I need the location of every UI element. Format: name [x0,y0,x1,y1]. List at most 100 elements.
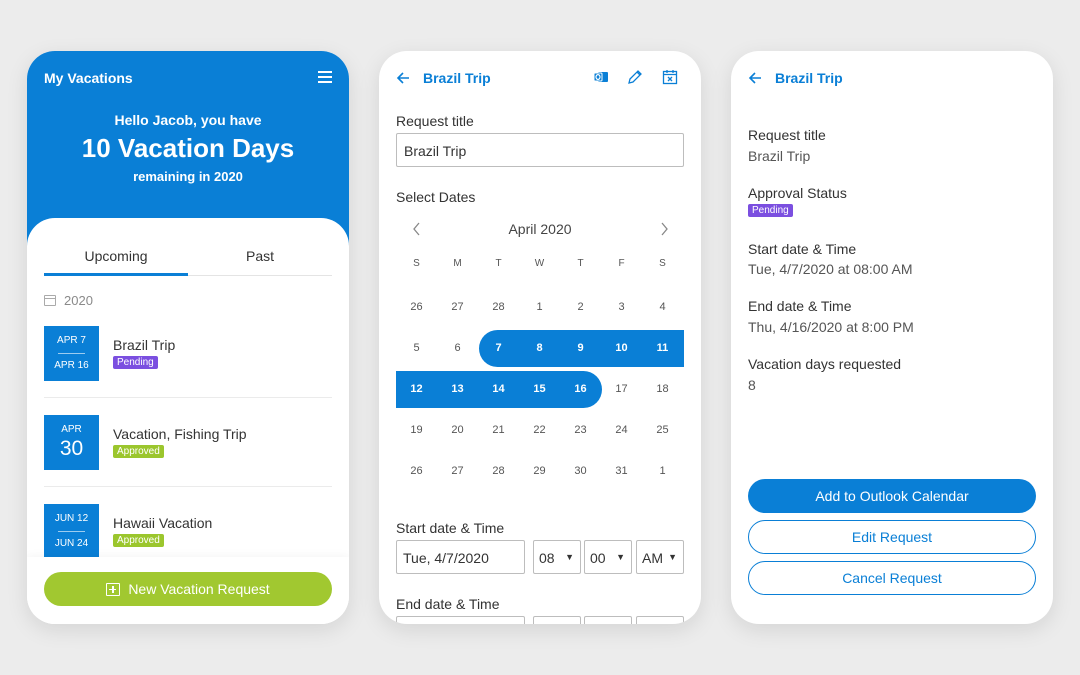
calendar-day[interactable]: 17 [601,369,642,410]
greeting-text: Hello Jacob, you have [114,112,262,128]
calendar-day[interactable]: 6 [437,328,478,369]
trip-item[interactable]: APR 30 Vacation, Fishing Trip Approved [44,415,332,505]
calendar-week: 26 27 28 29 30 31 1 [396,451,684,492]
app-title: My Vacations [44,70,133,86]
year-label: 2020 [64,293,93,308]
calendar-day[interactable]: 3 [601,287,642,328]
status-badge: Pending [113,356,158,369]
calendar-day-selected[interactable]: 14 [478,369,519,410]
request-title-label: Request title [396,113,474,129]
weekday-label: S [659,258,666,269]
trip-day: 30 [59,437,84,460]
remaining-text: remaining in 2020 [133,169,243,184]
calendar-day[interactable]: 1 [642,451,683,492]
tab-past[interactable]: Past [188,248,332,264]
calendar-day-selected[interactable]: 16 [560,369,601,410]
trip-date-badge: APR 7 APR 16 [44,326,99,381]
calendar-week: 5 6 7 8 9 10 11 [396,328,684,369]
end-ampm-select[interactable] [636,616,684,624]
calendar-day[interactable]: 27 [437,287,478,328]
select-dates-label: Select Dates [396,189,476,205]
start-hour-value: 08 [539,550,555,566]
start-minute-select[interactable]: 00 ▼ [584,540,632,574]
calendar-day[interactable]: 19 [396,410,437,451]
calendar-day[interactable]: 25 [642,410,683,451]
outlook-icon[interactable] [593,69,609,85]
calendar-day[interactable]: 26 [396,451,437,492]
calendar-day-selected[interactable]: 11 [642,328,683,369]
calendar-week: 19 20 21 22 23 24 25 [396,410,684,451]
calendar-day[interactable]: 4 [642,287,683,328]
start-minute-value: 00 [590,550,606,566]
page-title: Brazil Trip [423,70,491,86]
approval-status-label: Approval Status [748,185,847,201]
calendar-day[interactable]: 28 [478,451,519,492]
calendar-month: April 2020 [508,221,572,237]
back-arrow-icon[interactable] [748,71,762,85]
end-date-input[interactable] [396,616,525,624]
trip-name: Hawaii Vacation [113,515,213,531]
calendar-day-selected[interactable]: 7 [478,328,519,369]
calendar-day[interactable]: 5 [396,328,437,369]
edit-request-button[interactable]: Edit Request [748,520,1036,554]
status-badge: Approved [113,534,164,547]
calendar-day[interactable]: 26 [396,287,437,328]
end-hour-select[interactable] [533,616,581,624]
calendar-day[interactable]: 21 [478,410,519,451]
calendar-grid: S M T W T F S 26 27 28 1 2 3 4 5 6 7 8 9… [396,254,684,492]
calendar-day[interactable]: 28 [478,287,519,328]
dropdown-caret-icon: ▼ [668,552,677,562]
trip-end-date: JUN 24 [54,538,89,549]
end-datetime-label: End date & Time [748,298,852,314]
calendar-day[interactable]: 24 [601,410,642,451]
end-minute-select[interactable] [584,616,632,624]
calendar-day-selected[interactable]: 15 [519,369,560,410]
calendar-day-selected[interactable]: 12 [396,369,437,410]
vacation-days-count: 10 Vacation Days [81,133,295,163]
add-to-outlook-button[interactable]: Add to Outlook Calendar [748,479,1036,513]
calendar-day[interactable]: 30 [560,451,601,492]
calendar-day[interactable]: 29 [519,451,560,492]
vacation-days-label: Vacation days requested [748,356,902,372]
start-ampm-value: AM [642,550,663,566]
new-vacation-request-button[interactable]: New Vacation Request [44,572,332,606]
start-datetime-label: Start date & Time [396,520,505,536]
back-arrow-icon[interactable] [396,71,410,85]
calendar-week: 26 27 28 1 2 3 4 [396,287,684,328]
chevron-right-icon[interactable] [659,222,669,236]
trip-item[interactable]: APR 7 APR 16 Brazil Trip Pending [44,326,332,416]
request-title-label: Request title [748,127,826,143]
dropdown-caret-icon: ▼ [565,552,574,562]
cancel-calendar-icon[interactable] [662,69,678,85]
calendar-day[interactable]: 20 [437,410,478,451]
calendar-day[interactable]: 18 [642,369,683,410]
start-ampm-select[interactable]: AM ▼ [636,540,684,574]
calendar-day[interactable]: 22 [519,410,560,451]
calendar-day-selected[interactable]: 9 [560,328,601,369]
calendar-day[interactable]: 2 [560,287,601,328]
weekday-label: T [495,258,502,269]
tab-upcoming[interactable]: Upcoming [44,248,188,264]
menu-icon[interactable] [318,71,332,83]
trip-date-badge: JUN 12 JUN 24 [44,504,99,559]
trip-date-badge: APR 30 [44,415,99,470]
calendar-day-selected[interactable]: 8 [519,328,560,369]
divider [44,397,332,398]
status-badge: Pending [748,204,793,217]
calendar-day[interactable]: 27 [437,451,478,492]
trip-end-date: APR 16 [54,360,89,371]
divider [44,486,332,487]
vacation-days-value: 8 [748,377,756,393]
calendar-day[interactable]: 1 [519,287,560,328]
weekday-label: F [618,258,625,269]
request-title-input[interactable]: Brazil Trip [396,133,684,167]
edit-icon[interactable] [627,69,643,85]
start-hour-select[interactable]: 08 ▼ [533,540,581,574]
start-date-input[interactable]: Tue, 4/7/2020 [396,540,525,574]
calendar-day-selected[interactable]: 10 [601,328,642,369]
cancel-request-button[interactable]: Cancel Request [748,561,1036,595]
calendar-day[interactable]: 23 [560,410,601,451]
calendar-day-selected[interactable]: 13 [437,369,478,410]
calendar-day[interactable]: 31 [601,451,642,492]
dropdown-caret-icon: ▼ [616,552,625,562]
